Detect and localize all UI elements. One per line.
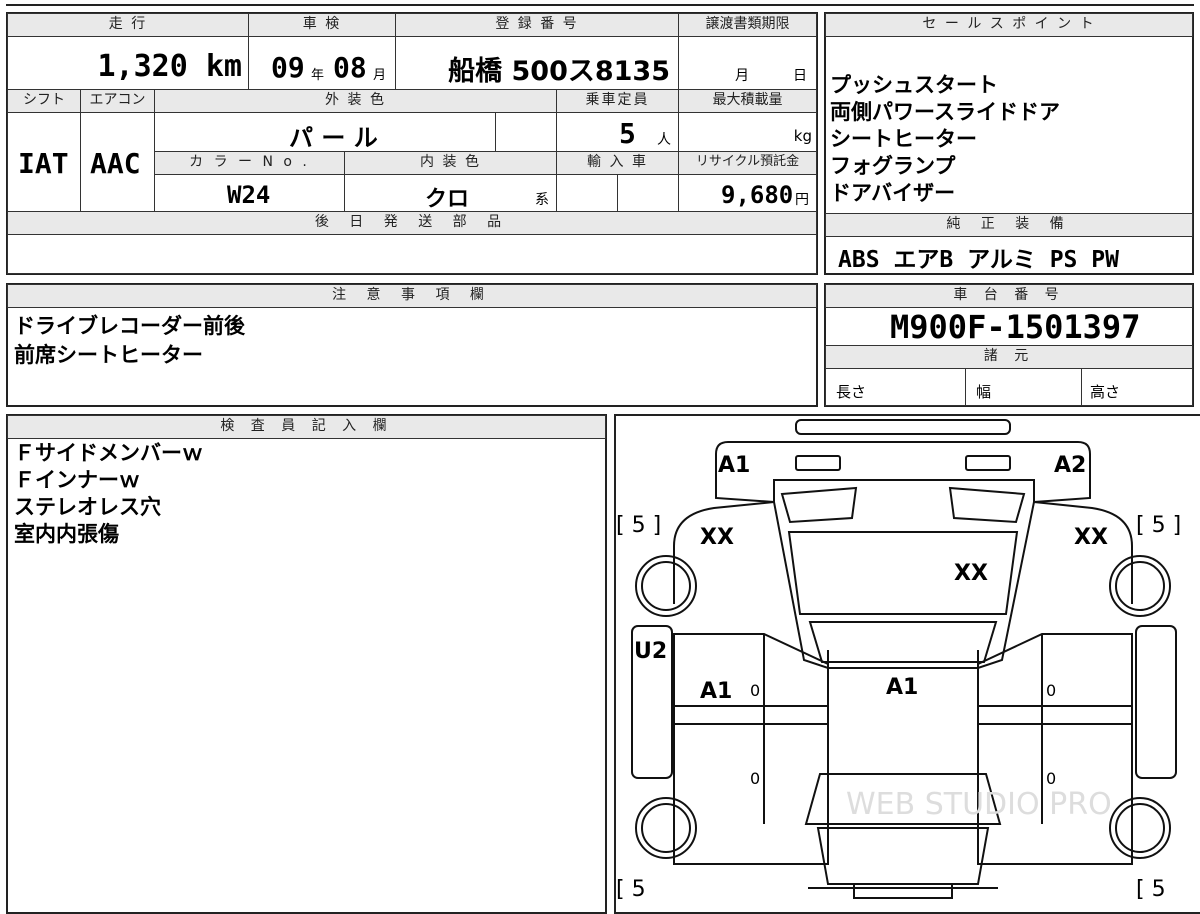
shift-cell: IAT (7, 112, 81, 212)
standard-equipment-header: 純 正 装 備 (825, 213, 1193, 237)
inspection-year: 09 (271, 51, 305, 84)
aircon-value: AAC (90, 147, 141, 180)
inspector-note-item: ステレオレス穴 (14, 495, 161, 519)
import-header: 輸 入 車 (556, 151, 679, 175)
roof-mark: A1 (886, 675, 918, 700)
inspector-notes-list: Ｆサイドメンバーｗ Ｆインナーｗ ステレオレス穴 室内内張傷 (14, 440, 203, 548)
transfer-deadline-header: 譲渡書類期限 (678, 13, 817, 37)
capacity-cell: 5 人 (556, 112, 679, 152)
later-parts-header: 後 日 発 送 部 品 (7, 211, 817, 235)
interior-value: クロ (425, 187, 470, 212)
standard-equipment-value: ABS エアB アルミ PS PW (838, 247, 1119, 273)
spec-width-cell: 幅 (965, 368, 1082, 406)
spec-width-label: 幅 (976, 383, 992, 401)
hood-mark: XX (954, 561, 988, 586)
mileage-value: 1,320 km (97, 49, 243, 84)
tire-fr-mark: [ 5 ] (1136, 513, 1181, 538)
color-no-header: カ ラ ー N o . (154, 151, 345, 175)
inspection-cell: 09 年 08 月 (248, 36, 396, 90)
inspection-month: 08 (333, 51, 367, 84)
door-left-mark: A1 (700, 679, 732, 704)
deadline-cell: 月 日 (678, 36, 817, 90)
zero-mark: 0 (1046, 769, 1056, 788)
note-item: ドライブレコーダー前後 (14, 314, 245, 338)
shift-header: シフト (7, 89, 81, 113)
fender-right-mark: XX (1074, 525, 1108, 550)
max-load-header: 最大積載量 (678, 89, 817, 113)
mileage-header: 走 行 (7, 13, 249, 37)
aircon-header: エアコン (80, 89, 155, 113)
note-item: 前席シートヒーター (14, 343, 203, 367)
mileage-cell: 1,320 km (7, 36, 249, 90)
sales-point-item: フォグランプ (830, 154, 956, 178)
capacity-unit: 人 (657, 132, 671, 148)
sales-points-list: プッシュスタート 両側パワースライドドア シートヒーター フォグランプ ドアバイ… (830, 72, 1060, 207)
capacity-value: 5 (619, 117, 636, 150)
registration-value: 船橋 500ス8135 (448, 56, 670, 87)
later-parts-cell (7, 234, 817, 274)
import-cell-b (617, 174, 679, 212)
color-no-value: W24 (227, 181, 271, 209)
specs-header: 諸 元 (825, 345, 1193, 369)
spec-length-label: 長さ (836, 383, 867, 401)
color-no-cell: W24 (154, 174, 345, 212)
month-unit: 月 (373, 68, 387, 83)
interior-cell: クロ 系 (344, 174, 557, 212)
front-left-mark: A1 (718, 453, 750, 478)
sales-point-item: プッシュスタート (830, 73, 998, 97)
yen-unit: 円 (795, 192, 809, 208)
zero-mark: 0 (750, 769, 760, 788)
spec-height-label: 高さ (1090, 383, 1121, 401)
sales-point-item: ドアバイザー (830, 181, 956, 205)
exterior-value: パ ー ル (289, 124, 378, 152)
notes-list: ドライブレコーダー前後 前席シートヒーター (14, 312, 245, 370)
spec-length-cell: 長さ (825, 368, 966, 406)
inspector-header: 検 査 員 記 入 欄 (7, 415, 606, 439)
inspector-note-item: Ｆサイドメンバーｗ (14, 441, 203, 465)
chassis-header: 車 台 番 号 (825, 284, 1193, 308)
registration-header: 登 録 番 号 (395, 13, 679, 37)
car-diagram: WEB STUDIO PRO A1 A2 [ 5 ] [ 5 ] XX XX X… (616, 419, 1181, 900)
year-unit: 年 (311, 68, 325, 83)
exterior-extra-cell (495, 112, 557, 152)
recycle-value: 9,680 (721, 181, 794, 209)
side-left-mark: U2 (634, 639, 667, 664)
shift-value: IAT (18, 147, 69, 180)
zero-mark: 0 (1046, 681, 1056, 700)
registration-cell: 船橋 500ス8135 (395, 36, 679, 90)
chassis-number: M900F-1501397 (890, 308, 1141, 346)
sales-point-item: シートヒーター (830, 127, 977, 151)
inspector-note-item: Ｆインナーｗ (14, 468, 140, 492)
load-unit: kg (793, 127, 812, 145)
tire-rl-mark: [ 5 (616, 877, 646, 900)
fender-left-mark: XX (700, 525, 734, 550)
exterior-cell: パ ー ル (154, 112, 496, 152)
spec-height-cell: 高さ (1081, 368, 1193, 406)
zero-mark: 0 (750, 681, 760, 700)
interior-header: 内 装 色 (344, 151, 557, 175)
notes-header: 注 意 事 項 欄 (7, 284, 817, 308)
max-load-cell: kg (678, 112, 817, 152)
top-cutoff-strip (6, 0, 1194, 6)
inspector-note-item: 室内内張傷 (14, 522, 119, 546)
exterior-header: 外 装 色 (154, 89, 557, 113)
import-cell-a (556, 174, 618, 212)
sales-points-header: セ ー ル ス ポ イ ン ト (825, 13, 1193, 37)
front-right-mark: A2 (1054, 453, 1086, 478)
interior-suffix: 系 (535, 192, 549, 208)
recycle-header: リサイクル預託金 (678, 151, 817, 175)
tire-rr-mark: [ 5 (1136, 877, 1166, 900)
deadline-month-unit: 月 (735, 68, 749, 84)
capacity-header: 乗車定員 (556, 89, 679, 113)
recycle-cell: 9,680 円 (678, 174, 817, 212)
inspection-header: 車 検 (248, 13, 396, 37)
deadline-day-unit: 日 (793, 68, 807, 84)
watermark-text: WEB STUDIO PRO (846, 787, 1112, 822)
aircon-cell: AAC (80, 112, 155, 212)
tire-fl-mark: [ 5 ] (616, 513, 661, 538)
sales-point-item: 両側パワースライドドア (830, 100, 1060, 124)
